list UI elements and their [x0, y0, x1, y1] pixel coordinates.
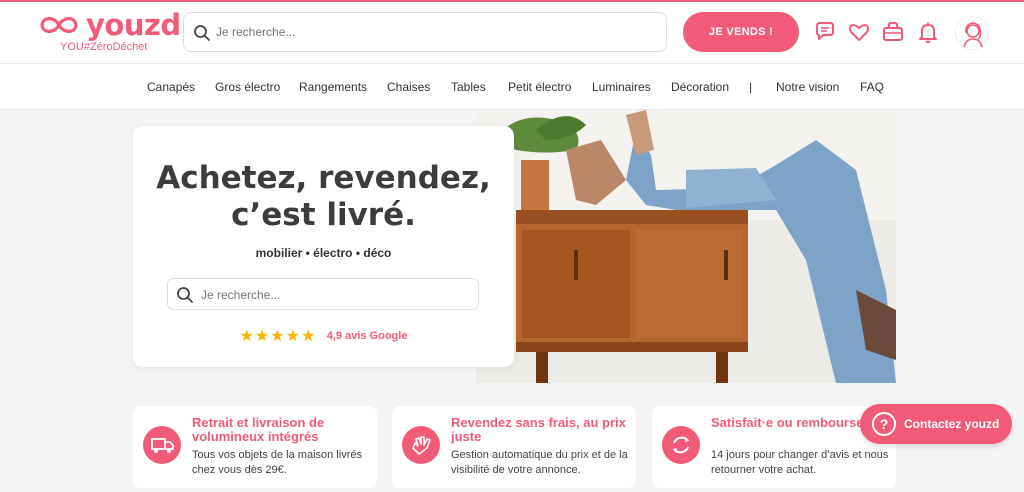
chat-icon[interactable] [813, 20, 837, 44]
hero-search-bar[interactable] [167, 278, 479, 310]
contact-button[interactable]: ? Contactez youzd [860, 404, 1012, 444]
header-search-bar[interactable] [183, 12, 667, 52]
feature-card-resell: Revendez sans frais, au prix juste Gesti… [392, 406, 636, 488]
infinity-logo-icon [40, 17, 78, 33]
refresh-icon [662, 426, 700, 464]
hand-icon [402, 426, 440, 464]
nav-separator: | [749, 80, 753, 94]
hero-photo [476, 110, 896, 383]
user-avatar[interactable] [955, 16, 989, 50]
hero-subtitle: mobilier • électro • déco [255, 246, 392, 260]
nav-item-chaises[interactable]: Chaises [387, 80, 430, 94]
hero-title-line2: c’est livré. [231, 197, 416, 233]
bell-icon[interactable] [916, 20, 940, 44]
feature-description: 14 jours pour changer d’avis et nous ret… [711, 449, 889, 476]
search-icon [177, 287, 193, 303]
header-search-input[interactable] [216, 25, 636, 39]
search-icon [194, 25, 210, 41]
hero-search-input[interactable] [201, 288, 461, 302]
category-nav: Canapés Gros électro Rangements Chaises … [0, 63, 1024, 110]
site-header: youzd YOU#ZéroDéchet JE VENDS ! [0, 2, 1024, 63]
heart-icon[interactable] [847, 20, 871, 44]
rating-stars-icon: ★★★★★ [239, 328, 317, 345]
nav-item-petit-electro[interactable]: Petit électro [508, 80, 571, 94]
nav-item-tables[interactable]: Tables [451, 80, 486, 94]
feature-title: Retrait et livraison de volumineux intég… [192, 415, 325, 444]
help-question-icon: ? [872, 412, 896, 436]
user-avatar-icon [963, 22, 983, 48]
nav-item-canapes[interactable]: Canapés [147, 80, 195, 94]
nav-item-luminaires[interactable]: Luminaires [592, 80, 651, 94]
truck-icon [143, 426, 181, 464]
feature-card-delivery: Retrait et livraison de volumineux intég… [133, 406, 377, 488]
basket-icon[interactable] [881, 20, 905, 44]
nav-item-rangements[interactable]: Rangements [299, 80, 367, 94]
feature-description: Gestion automatique du prix et de la vis… [451, 449, 628, 476]
feature-card-satisfaction: Satisfait·e ou rembourse 14 jours pour c… [652, 406, 896, 488]
nav-item-faq[interactable]: FAQ [860, 80, 884, 94]
rating-text[interactable]: 4,9 avis Google [327, 330, 408, 342]
google-rating[interactable]: ★★★★★ 4,9 avis Google [133, 326, 514, 346]
nav-item-decoration[interactable]: Décoration [671, 80, 729, 94]
feature-description: Tous vos objets de la maison livrés chez… [192, 449, 362, 476]
logo-tagline: YOU#ZéroDéchet [60, 41, 148, 53]
nav-item-gros-electro[interactable]: Gros électro [215, 80, 280, 94]
hero-card: Achetez, revendez, c’est livré. mobilier… [133, 126, 514, 367]
nav-item-notre-vision[interactable]: Notre vision [776, 80, 839, 94]
logo-wordmark: youzd [86, 8, 181, 42]
youzd-logo[interactable]: youzd YOU#ZéroDéchet [38, 8, 181, 58]
hero-title-line1: Achetez, revendez, [156, 160, 491, 196]
hero-photo-illustration [476, 110, 896, 383]
sell-button[interactable]: JE VENDS ! [683, 12, 799, 52]
feature-title: Revendez sans frais, au prix juste [451, 415, 626, 444]
contact-button-label: Contactez youzd [904, 417, 1000, 431]
hero-title: Achetez, revendez, c’est livré. [133, 160, 514, 234]
